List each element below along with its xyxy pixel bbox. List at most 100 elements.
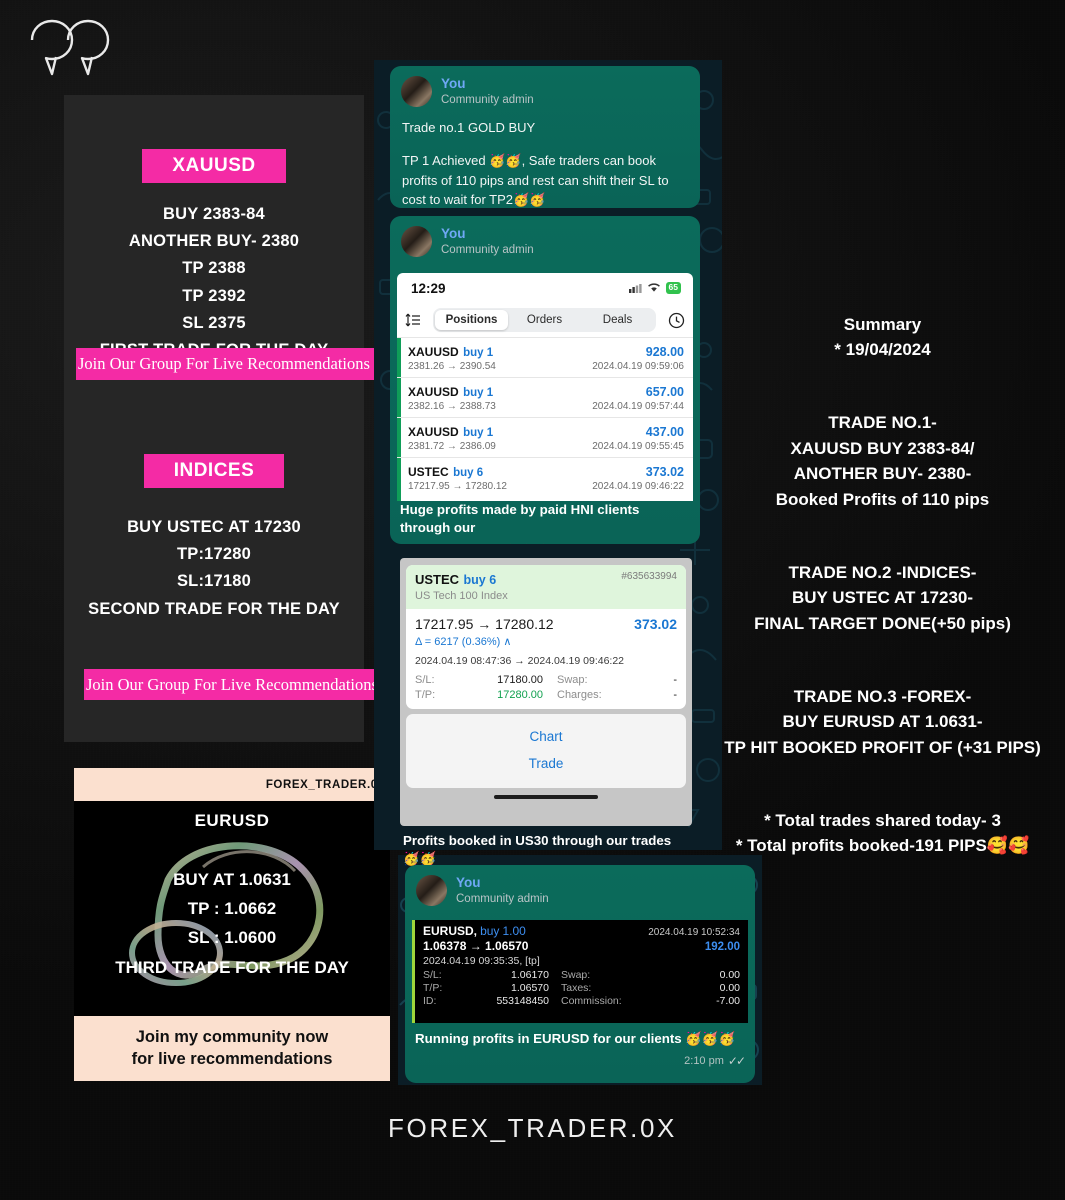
message-timestamp: 2:10 pm (684, 1055, 724, 1068)
message-3-meta: 2:10 pm ✓✓ (405, 1048, 755, 1076)
eurusd-symbol: EURUSD, (423, 924, 478, 938)
symbol-badge-xauusd: XAUUSD (142, 149, 286, 183)
signal-line: BUY USTEC AT 17230 (127, 518, 301, 536)
position-profit: 657.00 (645, 385, 684, 399)
summary-panel: Summary * 19/04/2024 TRADE NO.1- XAUUSD … (700, 286, 1065, 884)
position-time: 2024.04.19 09:59:06 (592, 361, 684, 372)
avatar (401, 226, 432, 258)
poster-header-handle: FOREX_TRADER.0X (74, 768, 390, 801)
read-receipt-icon: ✓✓ (727, 1054, 746, 1069)
tab-orders[interactable]: Orders (508, 310, 581, 330)
sender-role: Community admin (441, 93, 534, 106)
eurusd-profit: 192.00 (704, 941, 740, 953)
mt5-positions-screenshot[interactable]: 12:29 65 Positions Orders Deals XAUUSD b… (397, 273, 693, 501)
summary-block-3: TRADE NO.2 -INDICES- BUY USTEC AT 17230-… (754, 562, 1011, 633)
summary-block-4: TRADE NO.3 -FOREX- BUY EURUSD AT 1.0631-… (724, 686, 1041, 757)
eurusd-swap-label: Swap: (561, 969, 591, 981)
poster-line: BUY AT 1.0631 (173, 870, 291, 889)
message-header: You Community admin (390, 66, 700, 114)
table-row[interactable]: XAUUSD buy 1 928.00 2381.26 → 2390.54 20… (397, 337, 693, 377)
eurusd-tp-value: 1.06570 (511, 982, 549, 994)
eurusd-volume: 1.00 (502, 924, 526, 938)
eurusd-sl-label: S/L: (423, 969, 442, 981)
summary-block-1: Summary * 19/04/2024 (834, 314, 931, 360)
detail-ticket-number: #635633994 (621, 571, 677, 582)
join-group-cta-1[interactable]: Join Our Group For Live Recommendations (76, 348, 374, 380)
message-1-line1: Trade no.1 GOLD BUY (402, 119, 536, 135)
signal-line: BUY 2383-84 (163, 205, 265, 223)
position-direction: buy 1 (463, 347, 494, 359)
chart-button[interactable]: Chart (406, 723, 686, 750)
eurusd-prices: 1.06378 → 1.06570 (423, 939, 529, 953)
detail-prices: 17217.95 → 17280.12 (415, 616, 554, 632)
position-symbol: XAUUSD (408, 345, 459, 359)
signal-lines-indices: BUY USTEC AT 17230 TP:17280 SL:17180 SEC… (64, 514, 364, 623)
poster-lines: BUY AT 1.0631 TP : 1.0662 SL : 1.0600 TH… (74, 865, 390, 982)
message-2-caption-line1: Huge profits made by paid HNI clients th… (400, 501, 640, 536)
table-row[interactable]: XAUUSD buy 1 657.00 2382.16 → 2388.73 20… (397, 377, 693, 417)
message-2b-caption-wrap: Profits booked in US30 through our trade… (399, 827, 695, 869)
sender-role: Community admin (441, 243, 534, 256)
detail-body: 17217.95 → 17280.12 373.02 Δ = 6217 (0.3… (406, 609, 686, 709)
eurusd-taxes-label: Taxes: (561, 982, 592, 994)
detail-profit: 373.02 (634, 616, 677, 632)
eurusd-sl-value: 1.06170 (511, 969, 549, 981)
signal-poster-eurusd: FOREX_TRADER.0X EURUSD BUY AT 1.0631 TP … (74, 768, 390, 1081)
detail-symbol: USTEC (415, 572, 460, 587)
sort-icon[interactable] (405, 312, 421, 328)
message-header: You Community admin (390, 216, 700, 264)
eurusd-taxes-value: 0.00 (719, 982, 740, 994)
eurusd-direction: buy (480, 924, 500, 938)
detail-description: US Tech 100 Index (415, 590, 508, 602)
signal-line: SECOND TRADE FOR THE DAY (88, 599, 340, 618)
eurusd-tp-label: T/P: (423, 982, 443, 994)
table-row[interactable]: XAUUSD buy 1 437.00 2381.72 → 2386.09 20… (397, 417, 693, 457)
position-time: 2024.04.19 09:57:44 (592, 401, 684, 412)
tab-deals[interactable]: Deals (581, 310, 654, 330)
avatar (401, 76, 432, 108)
mt5-eurusd-deal-screenshot[interactable]: EURUSD, buy 1.00 2024.04.19 10:52:34 1.0… (412, 920, 748, 1023)
sender-name: You (441, 76, 466, 91)
detail-charges-value: - (673, 689, 677, 701)
status-time: 12:29 (411, 280, 446, 296)
avatar (416, 875, 447, 907)
detail-fields-grid: S/L: 17180.00 Swap: - T/P: 17280.00 Char… (415, 674, 677, 701)
position-time: 2024.04.19 09:46:22 (592, 481, 684, 492)
detail-tp-label: T/P: (415, 689, 436, 701)
mt5-tab-bar: Positions Orders Deals (397, 303, 693, 337)
wifi-icon (647, 283, 660, 293)
table-row[interactable]: USTEC buy 6 373.02 17217.95 → 17280.12 2… (397, 457, 693, 497)
poster-line: SL : 1.0600 (187, 928, 277, 948)
signal-line: TP 2392 (182, 286, 246, 305)
mt5-tab-group[interactable]: Positions Orders Deals (433, 308, 656, 332)
join-group-cta-2[interactable]: Join Our Group For Live Recommendations (84, 669, 376, 700)
signal-line: ANOTHER BUY- 2380 (128, 232, 300, 251)
poster-canvas: XAUUSD BUY 2383-84 ANOTHER BUY- 2380 TP … (0, 0, 1065, 1200)
position-time: 2024.04.19 09:55:45 (592, 441, 684, 452)
detail-swap-label: Swap: (557, 674, 588, 686)
signal-line: TP:17280 (176, 545, 252, 564)
position-profit: 373.02 (645, 465, 684, 479)
position-profit: 437.00 (645, 425, 684, 439)
tab-positions[interactable]: Positions (435, 310, 508, 330)
poster-cta-line1: Join my community now (135, 1027, 329, 1046)
clock-icon[interactable] (668, 312, 685, 329)
home-indicator (494, 795, 598, 799)
trade-button[interactable]: Trade (406, 750, 686, 777)
position-prices: 2381.26 → 2390.54 (408, 361, 496, 372)
poster-join-cta[interactable]: Join my community now for live recommend… (74, 1016, 390, 1081)
detail-swap-value: - (673, 674, 677, 686)
signal-lines-xauusd: BUY 2383-84 ANOTHER BUY- 2380 TP 2388 TP… (64, 201, 364, 364)
detail-actions: Chart Trade (406, 714, 686, 788)
detail-charges-label: Charges: (557, 689, 602, 701)
whatsapp-message-1[interactable]: You Community admin Trade no.1 GOLD BUY … (390, 66, 700, 208)
detail-delta: Δ = 6217 (0.36%) ∧ (415, 636, 512, 648)
eurusd-id-value: 553148450 (496, 995, 549, 1007)
signal-line: SL:17180 (176, 572, 252, 591)
sender-role: Community admin (456, 892, 549, 905)
signal-line: SL 2375 (182, 313, 246, 332)
message-2-caption-line2: signal services🥳🥳🥳 (390, 538, 700, 545)
eurusd-open-info: 2024.04.19 09:35:35, [tp] (423, 955, 540, 967)
mt5-position-detail-screenshot[interactable]: USTEC buy 6 US Tech 100 Index #635633994… (400, 558, 692, 826)
signal-icon (628, 283, 642, 293)
